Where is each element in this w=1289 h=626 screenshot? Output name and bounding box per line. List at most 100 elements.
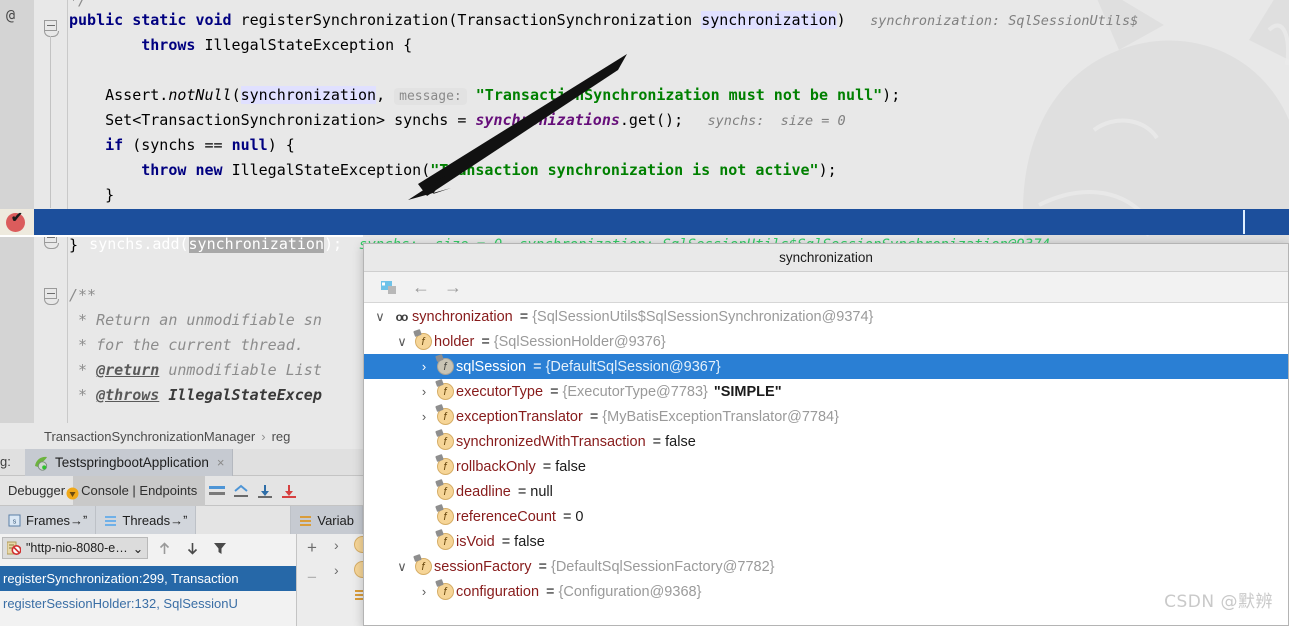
code-token: notNull	[168, 86, 232, 104]
forward-arrow-icon[interactable]: →	[440, 275, 466, 299]
variable-reference: {MyBatisExceptionTranslator@7784}	[602, 408, 839, 425]
svg-text:s: s	[13, 518, 17, 525]
fold-marker-icon[interactable]	[44, 288, 59, 305]
variable-row[interactable]: ∨ f holder = {SqlSessionHolder@9376}	[364, 328, 1288, 354]
code-token: null	[231, 136, 268, 154]
exec-line-prefix: synchs.add(	[53, 235, 189, 253]
download-icon[interactable]	[253, 476, 277, 506]
variable-row[interactable]: › f configuration = {Configuration@9368}	[364, 578, 1288, 604]
field-icon: f	[434, 453, 456, 475]
run-config-name: TestspringbootApplication	[55, 455, 209, 470]
code-token: )	[836, 11, 846, 29]
back-arrow-icon[interactable]: ←	[408, 275, 434, 299]
panel-header-variables[interactable]: Variab	[291, 506, 363, 534]
panel-header-threads-label: Threads→ˮ	[122, 512, 188, 528]
code-token: .get();	[619, 111, 684, 129]
thread-selector-row[interactable]: "http-nio-8080-e… ⌄	[0, 534, 296, 562]
chevron-down-icon[interactable]: ⌄	[133, 541, 143, 556]
breadcrumb-method[interactable]: reg	[272, 429, 291, 444]
code-token: throw	[141, 161, 196, 179]
close-icon[interactable]: ×	[217, 455, 225, 470]
exec-line-selected-token[interactable]: synchronization	[188, 235, 324, 253]
chevron-right-icon[interactable]: ›	[414, 359, 434, 374]
code-token: "TransactionSynchronization must not be …	[475, 86, 883, 104]
variable-equals: =	[533, 358, 542, 375]
tab-debugger[interactable]: Debugger	[0, 476, 73, 506]
variable-row[interactable]: ›fisVoid=false	[364, 528, 1288, 554]
tool-window-label: g:	[0, 454, 11, 469]
run-config-tab[interactable]: TestspringbootApplication ×	[25, 449, 234, 476]
inspect-icon[interactable]	[376, 275, 402, 299]
debug-tool-window[interactable]: g: TestspringbootApplication × Debugger …	[0, 449, 363, 626]
breadcrumb[interactable]: TransactionSynchronizationManager › reg	[0, 423, 363, 449]
panel-header-frames[interactable]: s Frames→ˮ	[0, 506, 97, 534]
chevron-right-icon[interactable]: ›	[334, 537, 339, 553]
filter-icon[interactable]	[208, 533, 232, 563]
thread-select[interactable]: "http-nio-8080-e… ⌄	[2, 537, 149, 559]
variable-tree[interactable]: ∨ oo synchronization = {SqlSessionUtils$SqlS…	[364, 303, 1288, 625]
frame-row[interactable]: registerSynchronization:299, Transaction	[0, 566, 296, 591]
variable-row[interactable]: ›freferenceCount=0	[364, 503, 1288, 529]
chevron-right-icon[interactable]: ›	[414, 409, 434, 424]
field-icon	[354, 536, 363, 553]
code-token: public	[69, 11, 133, 29]
breadcrumb-class[interactable]: TransactionSynchronizationManager	[44, 429, 255, 444]
variable-name: deadline	[456, 483, 511, 500]
chevron-right-icon[interactable]: ›	[334, 562, 339, 578]
variable-row[interactable]: › f sqlSession = {DefaultSqlSession@9367}	[364, 353, 1288, 379]
variable-row[interactable]: ∨ f sessionFactory = {DefaultSqlSessionFacto…	[364, 553, 1288, 579]
variable-equals: =	[501, 533, 511, 550]
code-token: registerSynchronization	[240, 11, 449, 29]
code-token: *	[69, 361, 97, 379]
breadcrumb-separator-icon: ›	[261, 428, 266, 444]
layout-icon[interactable]	[205, 476, 229, 506]
csdn-watermark: CSDN @默辨	[1164, 592, 1273, 612]
download-red-icon[interactable]	[277, 476, 301, 506]
variable-name: referenceCount	[456, 508, 556, 525]
frames-panel[interactable]: "http-nio-8080-e… ⌄ registerSynchronizat…	[0, 534, 296, 626]
variable-name: exceptionTranslator	[456, 408, 583, 425]
code-token: Assert.	[69, 86, 169, 104]
chevron-down-icon[interactable]: ∨	[392, 559, 412, 575]
variable-equals: =	[538, 558, 547, 575]
code-token: ) {	[267, 136, 295, 154]
variable-row[interactable]: › f executorType = {ExecutorType@7783} "SIMPL…	[364, 378, 1288, 404]
frame-row[interactable]: registerSessionHolder:132, SqlSessionU	[0, 591, 296, 616]
up-arrow-icon[interactable]	[152, 533, 176, 563]
breakpoint-gutter-cell[interactable]: ✔	[0, 209, 34, 235]
annotation-at-icon: @	[6, 6, 16, 24]
breakpoint-check-glyph: ✔	[11, 209, 23, 225]
up-arrow-icon[interactable]	[229, 476, 253, 506]
down-arrow-icon[interactable]	[180, 533, 204, 563]
variable-name: configuration	[456, 583, 540, 600]
variable-row[interactable]: ›fdeadline=null	[364, 478, 1288, 504]
popup-toolbar[interactable]: ← →	[364, 272, 1288, 303]
chevron-down-icon[interactable]: ∨	[392, 334, 412, 350]
field-icon: f	[412, 328, 434, 350]
variable-row[interactable]: ∨ oo synchronization = {SqlSessionUtils$SqlS…	[364, 304, 1288, 329]
minus-icon[interactable]: −	[307, 568, 317, 588]
code-token: /**	[69, 286, 97, 304]
panel-header-threads[interactable]: Threads→ˮ	[96, 506, 197, 534]
variable-row[interactable]: › f exceptionTranslator = {MyBatisExceptionT…	[364, 403, 1288, 429]
popup-title: synchronization	[364, 244, 1288, 272]
variables-side-toolbar[interactable]: + − › ›	[296, 534, 363, 626]
fold-marker-icon[interactable]	[44, 20, 59, 37]
exec-line-suffix: );	[324, 235, 343, 253]
plus-icon[interactable]: +	[307, 538, 317, 558]
frame-label: registerSessionHolder:132, SqlSessionU	[3, 596, 238, 611]
tab-console-endpoints[interactable]: Console | Endpoints	[73, 475, 206, 506]
variable-value-popup[interactable]: synchronization ← → ∨ oo synchronization ={…	[363, 243, 1289, 626]
chevron-right-icon[interactable]: ›	[414, 384, 434, 399]
fold-region-line	[50, 36, 51, 208]
variable-row[interactable]: ›frollbackOnly=false	[364, 453, 1288, 479]
chevron-down-icon[interactable]: ∨	[370, 309, 390, 325]
variable-value: null	[530, 483, 553, 500]
debug-subtab-bar[interactable]: Debugger Console | Endpoints	[0, 475, 363, 506]
variable-reference: {SqlSessionUtils$SqlSessionSynchronizati…	[532, 308, 874, 325]
variable-row[interactable]: ›fsynchronizedWithTransaction=false	[364, 428, 1288, 454]
chevron-right-icon[interactable]: ›	[414, 584, 434, 599]
code-token: unmodifiable List	[159, 361, 322, 379]
